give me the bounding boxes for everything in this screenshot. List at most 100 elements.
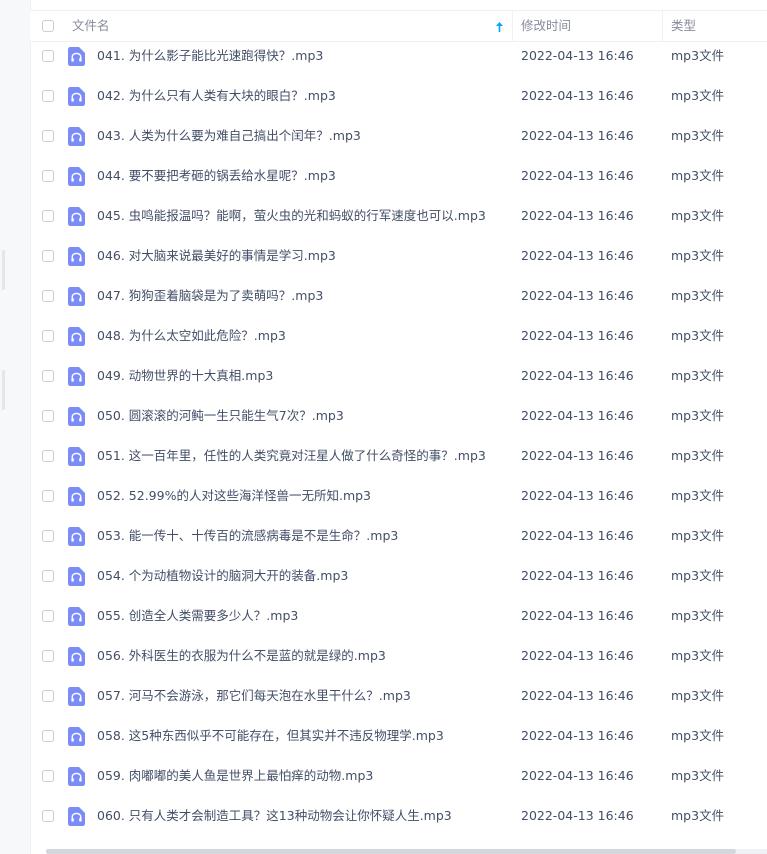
file-type: mp3文件: [671, 168, 725, 183]
file-name[interactable]: 047. 狗狗歪着脑袋是为了卖萌吗？.mp3: [97, 276, 323, 316]
audio-file-icon: [68, 367, 85, 386]
file-row[interactable]: 058. 这5种东西似乎不可能存在，但其实并不违反物理学.mp3 2022-04…: [30, 716, 767, 756]
row-checkbox[interactable]: [42, 490, 54, 502]
file-name[interactable]: 053. 能一传十、十传百的流感病毒是不是生命？.mp3: [97, 516, 398, 556]
file-name-cell[interactable]: 057. 河马不会游泳，那它们每天泡在水里干什么？.mp3: [68, 676, 512, 716]
row-checkbox[interactable]: [42, 370, 54, 382]
file-name-cell[interactable]: 055. 创造全人类需要多少人？.mp3: [68, 596, 512, 636]
file-type: mp3文件: [671, 328, 725, 343]
file-name[interactable]: 051. 这一百年里，任性的人类究竟对汪星人做了什么奇怪的事？.mp3: [97, 436, 486, 476]
row-checkbox[interactable]: [42, 450, 54, 462]
row-checkbox[interactable]: [42, 410, 54, 422]
row-checkbox[interactable]: [42, 610, 54, 622]
file-name-cell[interactable]: 051. 这一百年里，任性的人类究竟对汪星人做了什么奇怪的事？.mp3: [68, 436, 512, 476]
file-name-cell[interactable]: 044. 要不要把考砸的锅丢给水星呢？.mp3: [68, 156, 512, 196]
row-checkbox[interactable]: [42, 210, 54, 222]
file-row[interactable]: 057. 河马不会游泳，那它们每天泡在水里干什么？.mp3 2022-04-13…: [30, 676, 767, 716]
file-name[interactable]: 041. 为什么影子能比光速跑得快？.mp3: [97, 36, 323, 76]
file-name[interactable]: 046. 对大脑来说最美好的事情是学习.mp3: [97, 236, 336, 276]
file-modified: 2022-04-13 16:46: [521, 208, 634, 223]
file-name-cell[interactable]: 050. 圆滚滚的河鲀一生只能生气7次？.mp3: [68, 396, 512, 436]
file-row[interactable]: 049. 动物世界的十大真相.mp3 2022-04-13 16:46 mp3文…: [30, 356, 767, 396]
horizontal-scrollbar[interactable]: [46, 849, 767, 854]
file-browser: 文件名 修改时间 类型 041. 为什么影子能比光速跑得快？.mp3 2022-…: [0, 0, 767, 854]
file-name[interactable]: 048. 为什么太空如此危险？.mp3: [97, 316, 286, 356]
file-row[interactable]: 053. 能一传十、十传百的流感病毒是不是生命？.mp3 2022-04-13 …: [30, 516, 767, 556]
row-checkbox[interactable]: [42, 290, 54, 302]
file-type: mp3文件: [671, 368, 725, 383]
file-name-cell[interactable]: 042. 为什么只有人类有大块的眼白？.mp3: [68, 76, 512, 116]
file-type: mp3文件: [671, 248, 725, 263]
file-row[interactable]: 059. 肉嘟嘟的美人鱼是世界上最怕痒的动物.mp3 2022-04-13 16…: [30, 756, 767, 796]
file-row[interactable]: 043. 人类为什么要为难自己搞出个闰年？.mp3 2022-04-13 16:…: [30, 116, 767, 156]
file-type: mp3文件: [671, 528, 725, 543]
scrollbar-thumb[interactable]: [46, 849, 736, 854]
file-name-cell[interactable]: 049. 动物世界的十大真相.mp3: [68, 356, 512, 396]
file-row[interactable]: 041. 为什么影子能比光速跑得快？.mp3 2022-04-13 16:46 …: [30, 36, 767, 76]
file-row[interactable]: 046. 对大脑来说最美好的事情是学习.mp3 2022-04-13 16:46…: [30, 236, 767, 276]
file-name-cell[interactable]: 043. 人类为什么要为难自己搞出个闰年？.mp3: [68, 116, 512, 156]
file-name-cell[interactable]: 045. 虫鸣能报温吗？能啊，萤火虫的光和蚂蚁的行军速度也可以.mp3: [68, 196, 512, 236]
file-name-cell[interactable]: 052. 52.99%的人对这些海洋怪兽一无所知.mp3: [68, 476, 512, 516]
file-name-cell[interactable]: 047. 狗狗歪着脑袋是为了卖萌吗？.mp3: [68, 276, 512, 316]
file-modified: 2022-04-13 16:46: [521, 168, 634, 183]
row-checkbox[interactable]: [42, 690, 54, 702]
file-name[interactable]: 056. 外科医生的衣服为什么不是蓝的就是绿的.mp3: [97, 636, 386, 676]
file-name[interactable]: 059. 肉嘟嘟的美人鱼是世界上最怕痒的动物.mp3: [97, 756, 373, 796]
file-name-cell[interactable]: 054. 个为动植物设计的脑洞大开的装备.mp3: [68, 556, 512, 596]
file-name[interactable]: 043. 人类为什么要为难自己搞出个闰年？.mp3: [97, 116, 361, 156]
select-all-checkbox[interactable]: [42, 20, 54, 32]
file-name[interactable]: 045. 虫鸣能报温吗？能啊，萤火虫的光和蚂蚁的行军速度也可以.mp3: [97, 196, 486, 236]
file-name-cell[interactable]: 059. 肉嘟嘟的美人鱼是世界上最怕痒的动物.mp3: [68, 756, 512, 796]
file-row[interactable]: 050. 圆滚滚的河鲀一生只能生气7次？.mp3 2022-04-13 16:4…: [30, 396, 767, 436]
row-checkbox[interactable]: [42, 330, 54, 342]
file-name-cell[interactable]: 048. 为什么太空如此危险？.mp3: [68, 316, 512, 356]
file-type: mp3文件: [671, 728, 725, 743]
file-name-cell[interactable]: 060. 只有人类才会制造工具？这13种动物会让你怀疑人生.mp3: [68, 796, 512, 836]
row-checkbox[interactable]: [42, 170, 54, 182]
file-type: mp3文件: [671, 768, 725, 783]
row-checkbox[interactable]: [42, 810, 54, 822]
file-name[interactable]: 054. 个为动植物设计的脑洞大开的装备.mp3: [97, 556, 348, 596]
file-name-cell[interactable]: 058. 这5种东西似乎不可能存在，但其实并不违反物理学.mp3: [68, 716, 512, 756]
file-type: mp3文件: [671, 608, 725, 623]
file-name[interactable]: 049. 动物世界的十大真相.mp3: [97, 356, 273, 396]
file-name-cell[interactable]: 041. 为什么影子能比光速跑得快？.mp3: [68, 36, 512, 76]
file-row[interactable]: 054. 个为动植物设计的脑洞大开的装备.mp3 2022-04-13 16:4…: [30, 556, 767, 596]
row-checkbox[interactable]: [42, 130, 54, 142]
file-row[interactable]: 045. 虫鸣能报温吗？能啊，萤火虫的光和蚂蚁的行军速度也可以.mp3 2022…: [30, 196, 767, 236]
row-checkbox[interactable]: [42, 250, 54, 262]
row-checkbox[interactable]: [42, 650, 54, 662]
file-row[interactable]: 051. 这一百年里，任性的人类究竟对汪星人做了什么奇怪的事？.mp3 2022…: [30, 436, 767, 476]
file-name[interactable]: 044. 要不要把考砸的锅丢给水星呢？.mp3: [97, 156, 336, 196]
file-name[interactable]: 058. 这5种东西似乎不可能存在，但其实并不违反物理学.mp3: [97, 716, 444, 756]
file-row[interactable]: 042. 为什么只有人类有大块的眼白？.mp3 2022-04-13 16:46…: [30, 76, 767, 116]
file-name[interactable]: 055. 创造全人类需要多少人？.mp3: [97, 596, 298, 636]
file-row[interactable]: 048. 为什么太空如此危险？.mp3 2022-04-13 16:46 mp3…: [30, 316, 767, 356]
file-name[interactable]: 057. 河马不会游泳，那它们每天泡在水里干什么？.mp3: [97, 676, 411, 716]
file-name-cell[interactable]: 056. 外科医生的衣服为什么不是蓝的就是绿的.mp3: [68, 636, 512, 676]
sidebar-divider: [2, 250, 5, 290]
file-row[interactable]: 052. 52.99%的人对这些海洋怪兽一无所知.mp3 2022-04-13 …: [30, 476, 767, 516]
file-row[interactable]: 047. 狗狗歪着脑袋是为了卖萌吗？.mp3 2022-04-13 16:46 …: [30, 276, 767, 316]
file-row[interactable]: 060. 只有人类才会制造工具？这13种动物会让你怀疑人生.mp3 2022-0…: [30, 796, 767, 836]
file-type: mp3文件: [671, 448, 725, 463]
file-name-cell[interactable]: 053. 能一传十、十传百的流感病毒是不是生命？.mp3: [68, 516, 512, 556]
file-name[interactable]: 052. 52.99%的人对这些海洋怪兽一无所知.mp3: [97, 476, 371, 516]
file-name[interactable]: 050. 圆滚滚的河鲀一生只能生气7次？.mp3: [97, 396, 344, 436]
row-checkbox[interactable]: [42, 90, 54, 102]
file-type: mp3文件: [671, 288, 725, 303]
file-row[interactable]: 044. 要不要把考砸的锅丢给水星呢？.mp3 2022-04-13 16:46…: [30, 156, 767, 196]
file-row[interactable]: 056. 外科医生的衣服为什么不是蓝的就是绿的.mp3 2022-04-13 1…: [30, 636, 767, 676]
file-name-cell[interactable]: 046. 对大脑来说最美好的事情是学习.mp3: [68, 236, 512, 276]
row-checkbox[interactable]: [42, 770, 54, 782]
file-row[interactable]: 055. 创造全人类需要多少人？.mp3 2022-04-13 16:46 mp…: [30, 596, 767, 636]
file-name[interactable]: 042. 为什么只有人类有大块的眼白？.mp3: [97, 76, 336, 116]
file-list: 文件名 修改时间 类型 041. 为什么影子能比光速跑得快？.mp3 2022-…: [30, 0, 767, 854]
file-name[interactable]: 060. 只有人类才会制造工具？这13种动物会让你怀疑人生.mp3: [97, 796, 452, 836]
row-checkbox[interactable]: [42, 530, 54, 542]
row-checkbox[interactable]: [42, 50, 54, 62]
row-checkbox[interactable]: [42, 570, 54, 582]
row-checkbox[interactable]: [42, 730, 54, 742]
audio-file-icon: [68, 127, 85, 146]
